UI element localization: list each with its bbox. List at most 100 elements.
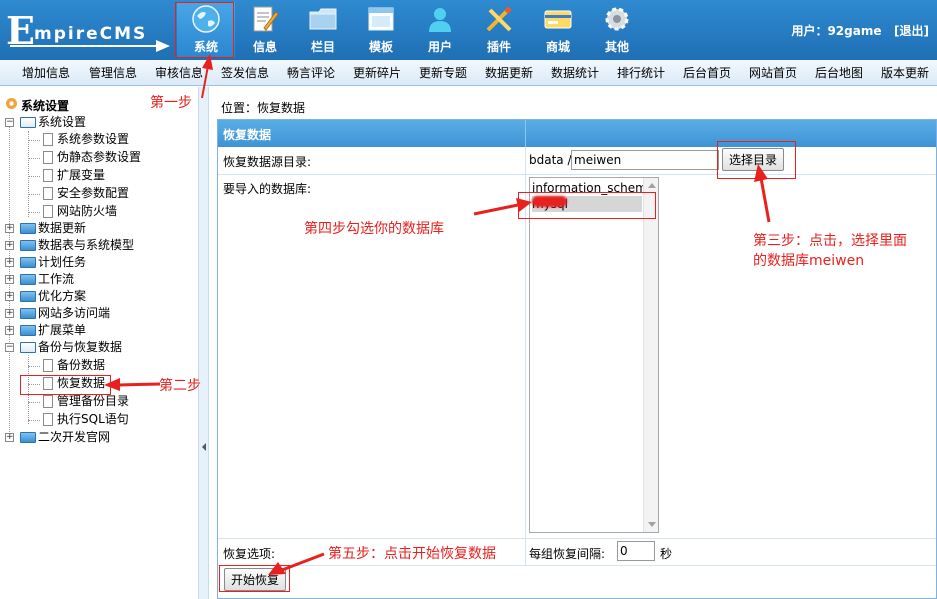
folder-open-icon <box>20 117 36 128</box>
topnav-plugin[interactable]: 插件 <box>470 2 528 58</box>
quick-menu-item[interactable]: 更新碎片 <box>353 60 401 86</box>
sidebar-item-label: 数据表与系统模型 <box>38 238 135 252</box>
sidebar-item-backup-restore[interactable]: − 备份与恢复数据 <box>0 339 198 356</box>
quick-menu-item[interactable]: 版本更新 <box>881 60 929 86</box>
sidebar-item-label: 伪静态参数设置 <box>57 150 142 164</box>
sidebar-item-data-update[interactable]: + 数据更新 <box>0 220 198 237</box>
collapse-icon[interactable]: − <box>5 343 14 352</box>
sidebar-item-label: 安全参数配置 <box>57 186 130 200</box>
topnav-label: 信息 <box>252 40 277 54</box>
expand-icon[interactable]: + <box>5 275 14 284</box>
page-icon <box>43 413 53 426</box>
sidebar-splitter[interactable] <box>198 87 209 599</box>
arrow-step1-icon <box>201 54 213 99</box>
sidebar-item-optimize[interactable]: + 优化方案 <box>0 288 198 305</box>
topnav-label: 商城 <box>545 40 570 54</box>
sidebar-item-label: 数据更新 <box>38 221 87 235</box>
expand-icon[interactable]: + <box>5 241 14 250</box>
quick-menu-item[interactable]: 网站首页 <box>749 60 797 86</box>
sidebar-item-dev-site[interactable]: + 二次开发官网 <box>0 429 198 446</box>
quick-menu-item[interactable]: 后台首页 <box>683 60 731 86</box>
sidebar-item-ext-menu[interactable]: + 扩展菜单 <box>0 322 198 339</box>
restore-panel: 恢复数据 恢复数据源目录: bdata / 选择目录 要导入的数据库: info… <box>217 119 937 599</box>
quick-menu-item[interactable]: 数据统计 <box>551 60 599 86</box>
page-icon <box>43 169 53 182</box>
folder-icon <box>20 257 36 268</box>
annotation-step1: 第一步 <box>150 95 192 111</box>
scroll-up-icon[interactable] <box>648 183 656 188</box>
quick-menu-item[interactable]: 签发信息 <box>221 60 269 86</box>
arrow-step4-icon <box>473 198 532 216</box>
quick-menu-item[interactable]: 排行统计 <box>617 60 665 86</box>
settings-icon <box>6 98 17 109</box>
sidebar-item-label: 系统设置 <box>38 115 87 129</box>
expand-icon[interactable]: + <box>5 224 14 233</box>
folder-icon <box>20 291 36 302</box>
folder-icon <box>20 240 36 251</box>
gear-icon <box>605 7 629 31</box>
quick-menu-item[interactable]: 管理信息 <box>89 60 137 86</box>
sidebar-item-security-params[interactable]: 安全参数配置 <box>0 185 198 202</box>
restore-dir-input[interactable] <box>571 150 719 170</box>
list-scrollbar[interactable] <box>643 178 658 532</box>
sidebar-item-tables-models[interactable]: + 数据表与系统模型 <box>0 237 198 254</box>
database-select-list[interactable]: information_schema mysql <box>529 177 659 533</box>
annotation-step3-line2: 的数据库meiwen <box>753 253 865 269</box>
sidebar-item-backup[interactable]: 备份数据 <box>0 357 198 374</box>
dir-prefix: bdata / <box>529 153 572 167</box>
sidebar-item-firewall[interactable]: 网站防火墙 <box>0 203 198 220</box>
quick-menu-item[interactable]: 数据更新 <box>485 60 533 86</box>
collapse-sidebar-icon[interactable] <box>202 443 206 451</box>
quick-menu-item[interactable]: 畅言评论 <box>287 60 335 86</box>
expand-icon[interactable]: + <box>5 292 14 301</box>
page-icon <box>43 395 53 408</box>
sidebar-item-label: 二次开发官网 <box>38 430 111 444</box>
sidebar: 系统设置 − 系统设置 系统参数设置 伪静态参数设置 扩展变量 安全参数配置 网… <box>0 87 198 599</box>
folder-open-icon <box>20 342 36 353</box>
expand-icon[interactable]: + <box>5 309 14 318</box>
username: 用户：92game <box>791 24 882 38</box>
sidebar-item-manage-backup-dir[interactable]: 管理备份目录 <box>0 393 198 410</box>
sidebar-item-workflow[interactable]: + 工作流 <box>0 271 198 288</box>
sidebar-item-system-settings[interactable]: − 系统设置 <box>0 114 198 131</box>
topnav-other[interactable]: 其他 <box>588 2 646 58</box>
sidebar-item-rewrite-params[interactable]: 伪静态参数设置 <box>0 149 198 166</box>
logout-link[interactable]: [退出] <box>894 24 929 38</box>
interval-label: 每组恢复间隔: <box>529 547 606 561</box>
annotation-step2: 第二步 <box>159 378 201 394</box>
user-info: 用户：92game [退出] <box>791 22 929 39</box>
topnav-template[interactable]: 模板 <box>352 2 410 58</box>
topnav-user[interactable]: 用户 <box>411 2 469 58</box>
topnav-shop[interactable]: 商城 <box>529 2 587 58</box>
db-label: 要导入的数据库: <box>223 182 312 196</box>
sidebar-item-system-params[interactable]: 系统参数设置 <box>0 131 198 148</box>
topnav-label: 用户 <box>427 40 452 54</box>
sidebar-item-label: 网站防火墙 <box>57 204 118 218</box>
arrow-step5-icon <box>268 552 325 575</box>
folder-icon <box>309 8 337 30</box>
sidebar-item-cron[interactable]: + 计划任务 <box>0 254 198 271</box>
redaction-mark <box>532 196 567 207</box>
topnav-column[interactable]: 栏目 <box>294 2 352 58</box>
quick-menu-item[interactable]: 增加信息 <box>22 60 70 86</box>
page-icon <box>43 359 53 372</box>
expand-icon[interactable]: + <box>5 326 14 335</box>
annotation-step4: 第四步勾选你的数据库 <box>304 221 444 237</box>
collapse-icon[interactable]: − <box>5 118 14 127</box>
expand-icon[interactable]: + <box>5 433 14 442</box>
dir-label: 恢复数据源目录: <box>223 155 312 169</box>
quick-menu-item[interactable]: 后台地图 <box>815 60 863 86</box>
topnav-info[interactable]: 信息 <box>236 2 294 58</box>
folder-icon <box>20 308 36 319</box>
sidebar-item-label: 执行SQL语句 <box>57 412 129 426</box>
folder-icon <box>20 274 36 285</box>
interval-input[interactable] <box>617 541 655 561</box>
sidebar-item-label: 系统参数设置 <box>57 132 130 146</box>
expand-icon[interactable]: + <box>5 258 14 267</box>
quick-menu-item[interactable]: 更新专题 <box>419 60 467 86</box>
sidebar-item-ext-vars[interactable]: 扩展变量 <box>0 167 198 184</box>
sidebar-item-multi-access[interactable]: + 网站多访问端 <box>0 305 198 322</box>
scroll-down-icon[interactable] <box>648 522 656 527</box>
sidebar-item-exec-sql[interactable]: 执行SQL语句 <box>0 411 198 428</box>
highlight-box-step1 <box>175 2 234 58</box>
